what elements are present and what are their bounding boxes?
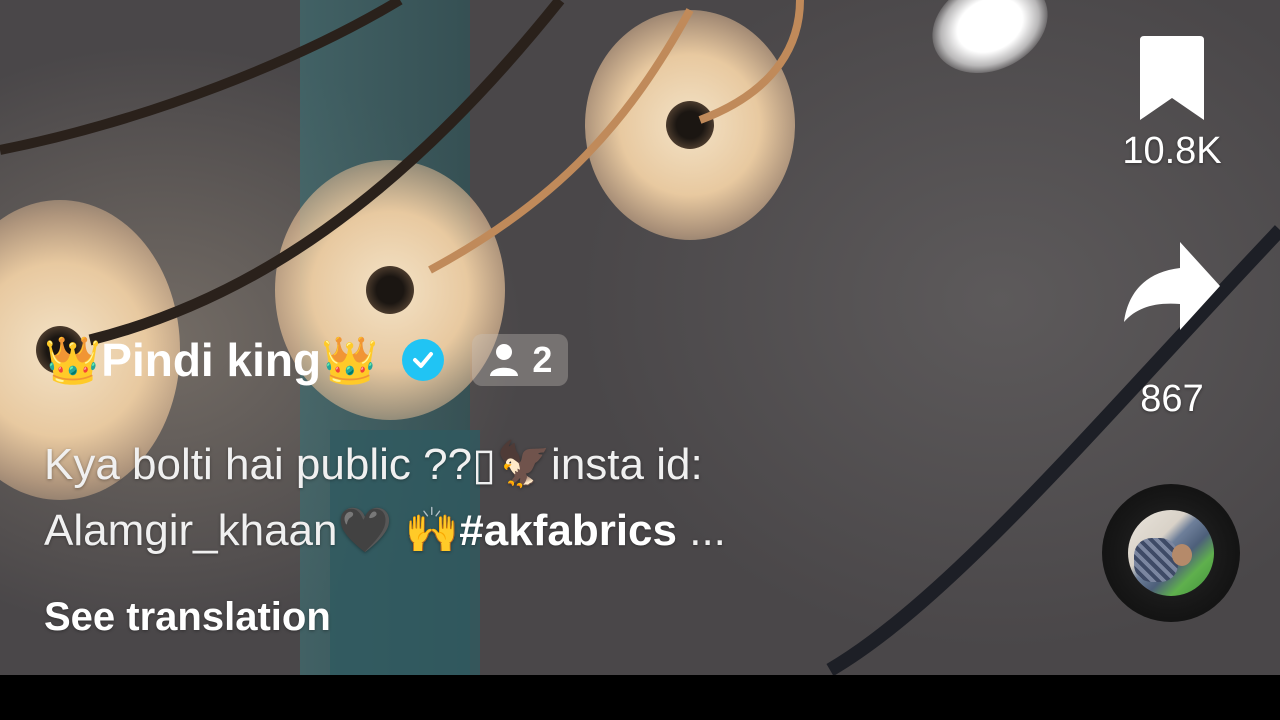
share-button[interactable]: 867 [1112,238,1232,421]
verified-check-icon [402,339,445,381]
favorites-count: 10.8K [1122,130,1222,172]
author-row: 👑Pindi king👑 2 [44,330,569,390]
see-translation-button[interactable]: See translation [44,595,331,640]
bottom-bar [0,675,1280,720]
caption-text: Alamgir_khaan🖤 🙌 [44,506,460,555]
share-arrow-icon [1124,242,1220,330]
caption[interactable]: Kya bolti hai public ??▯🦅insta id: Alamg… [44,432,904,564]
favorite-button[interactable]: 10.8K [1112,34,1232,173]
caption-line-1: Kya bolti hai public ??▯🦅insta id: [44,440,703,489]
bookmark-icon [1140,36,1204,120]
person-icon [490,344,519,376]
music-disc-icon[interactable] [1102,484,1240,622]
shares-count: 867 [1140,378,1204,420]
hashtag-link[interactable]: #akfabrics [459,506,677,555]
caption-ellipsis[interactable]: ... [677,506,726,555]
friends-count: 2 [532,339,553,380]
caption-line-2: Alamgir_khaan🖤 🙌#akfabrics ... [44,498,904,564]
music-cover-avatar [1128,510,1214,596]
friends-badge[interactable]: 2 [472,334,569,386]
author-name[interactable]: 👑Pindi king👑 [44,333,378,388]
